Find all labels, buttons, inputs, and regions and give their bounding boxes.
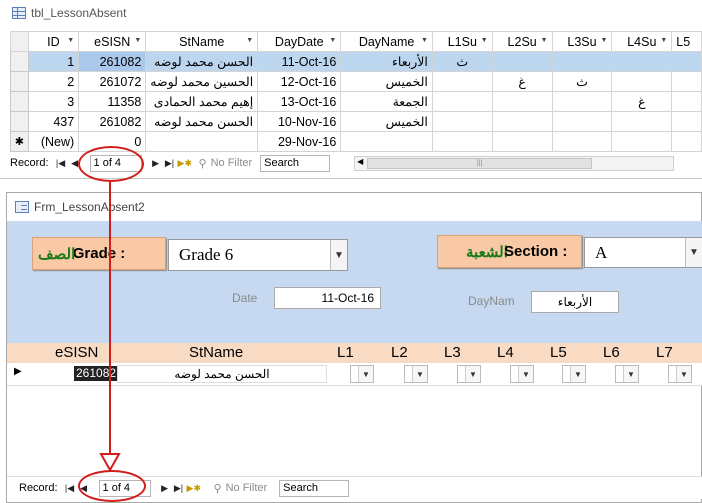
annotation-arrow bbox=[99, 182, 121, 473]
annotation-arrow-head bbox=[99, 453, 121, 473]
